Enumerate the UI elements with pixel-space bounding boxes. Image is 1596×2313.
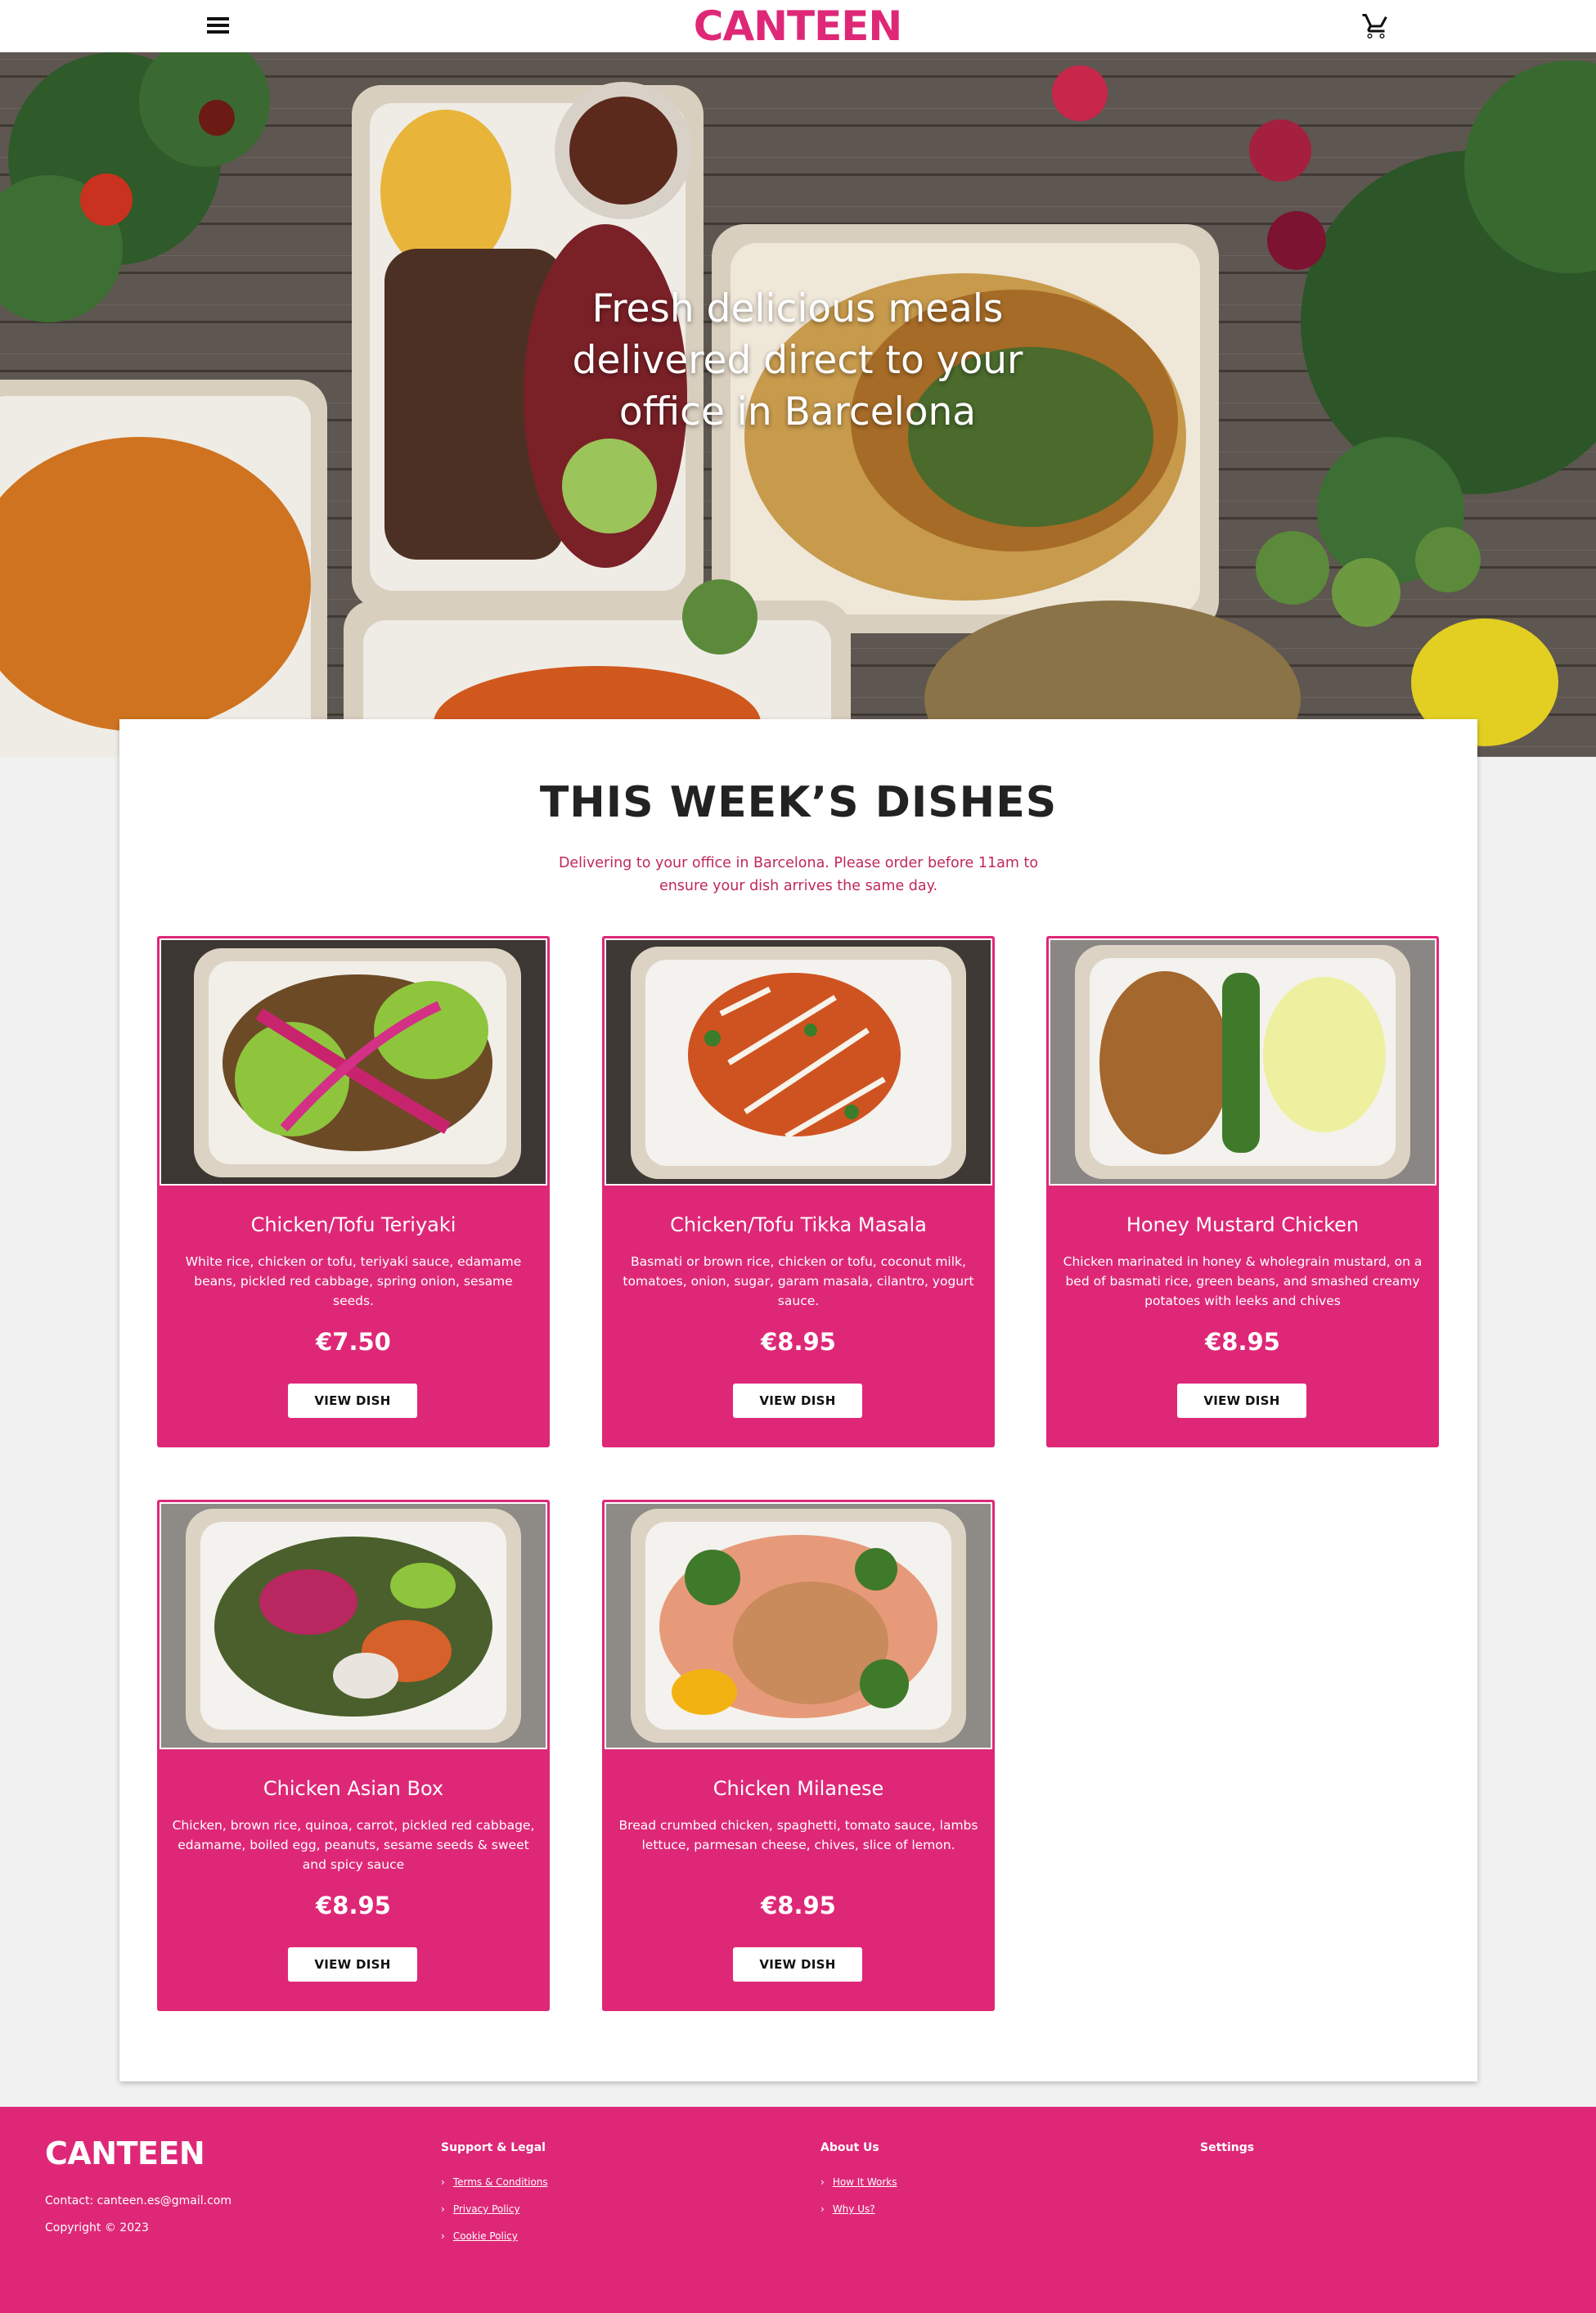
site-logo[interactable]: CANTEEN (634, 2, 961, 51)
footer-link-item: › Privacy Policy (441, 2203, 548, 2216)
terms-link[interactable]: Terms & Conditions (453, 2176, 548, 2189)
footer-support-title: Support & Legal (441, 2141, 546, 2154)
site-footer: CANTEEN Contact: canteen.es@gmail.com Co… (0, 2107, 1596, 2313)
view-dish-button[interactable]: VIEW DISH (288, 1384, 417, 1418)
dish-card: Chicken Milanese Bread crumbed chicken, … (602, 1500, 995, 2011)
view-dish-button[interactable]: VIEW DISH (1177, 1384, 1306, 1418)
chevron-right-icon: › (441, 2176, 445, 2188)
dish-photo[interactable] (605, 1502, 992, 1749)
dish-name: Chicken Milanese (713, 1777, 884, 1800)
dish-name: Chicken Asian Box (263, 1777, 444, 1800)
dish-card: Chicken Asian Box Chicken, brown rice, q… (157, 1500, 550, 2011)
dish-card: Chicken/Tofu Tikka Masala Basmati or bro… (602, 936, 995, 1447)
chevron-right-icon: › (441, 2230, 445, 2242)
section-title: THIS WEEK’S DISHES (539, 778, 1058, 827)
dish-description: Chicken, brown rice, quinoa, carrot, pic… (172, 1818, 535, 1872)
view-dish-button[interactable]: VIEW DISH (288, 1947, 417, 1982)
dish-name: Honey Mustard Chicken (1126, 1213, 1360, 1236)
footer-settings-column: Settings (1200, 2140, 1254, 2176)
footer-link-item: › How It Works (820, 2176, 897, 2189)
footer-logo[interactable]: CANTEEN (45, 2135, 205, 2171)
hamburger-menu-icon[interactable] (205, 16, 232, 37)
dish-description: Chicken marinated in honey & wholegrain … (1063, 1254, 1423, 1308)
dish-name: Chicken/Tofu Tikka Masala (670, 1213, 927, 1236)
dish-description: Bread crumbed chicken, spaghetti, tomato… (618, 1818, 978, 1852)
dish-photo[interactable] (1049, 938, 1436, 1186)
dish-card: Honey Mustard Chicken Chicken marinated … (1046, 936, 1439, 1447)
dish-price: €8.95 (761, 1328, 836, 1356)
footer-link-item: › Why Us? (820, 2203, 897, 2216)
privacy-link[interactable]: Privacy Policy (453, 2203, 520, 2216)
dish-card: Chicken/Tofu Teriyaki White rice, chicke… (157, 936, 550, 1447)
dish-price: €8.95 (316, 1892, 391, 1919)
shopping-cart-icon[interactable] (1361, 11, 1391, 41)
dish-price: €8.95 (1205, 1328, 1280, 1356)
hero-banner: Fresh delicious meals delivered direct t… (0, 52, 1596, 757)
chevron-right-icon: › (820, 2176, 825, 2188)
chevron-right-icon: › (441, 2203, 445, 2215)
weekly-dishes-section: THIS WEEK’S DISHES Delivering to your of… (119, 719, 1477, 2081)
footer-about-column: About Us › How It Works › Why Us? (820, 2140, 897, 2230)
why-us-link[interactable]: Why Us? (833, 2203, 875, 2216)
footer-link-item: › Terms & Conditions (441, 2176, 548, 2189)
view-dish-button[interactable]: VIEW DISH (733, 1947, 862, 1982)
view-dish-button[interactable]: VIEW DISH (733, 1384, 862, 1418)
dish-price: €7.50 (316, 1328, 391, 1356)
hero-title: Fresh delicious meals delivered direct t… (572, 286, 1023, 434)
dish-price: €8.95 (761, 1892, 836, 1919)
dish-photo[interactable] (605, 938, 992, 1186)
footer-settings-title[interactable]: Settings (1200, 2140, 1254, 2156)
footer-link-item: › Cookie Policy (441, 2230, 548, 2243)
dish-photo[interactable] (160, 1502, 547, 1749)
section-subtitle: Delivering to your office in Barcelona. … (558, 855, 1039, 894)
top-nav-bar: CANTEEN (0, 0, 1596, 52)
chevron-right-icon: › (820, 2203, 825, 2215)
footer-contact: Contact: canteen.es@gmail.com (45, 2194, 232, 2207)
footer-about-title: About Us (820, 2141, 879, 2154)
dish-photo[interactable] (160, 938, 547, 1186)
dish-description: White rice, chicken or tofu, teriyaki sa… (185, 1254, 522, 1308)
cookie-link[interactable]: Cookie Policy (453, 2230, 518, 2243)
footer-copyright: Copyright © 2023 (45, 2221, 149, 2234)
dish-name: Chicken/Tofu Teriyaki (250, 1213, 456, 1236)
footer-support-column: Support & Legal › Terms & Conditions › Pri… (441, 2140, 548, 2257)
dish-description: Basmati or brown rice, chicken or tofu, … (623, 1254, 974, 1308)
how-it-works-link[interactable]: How It Works (833, 2176, 897, 2189)
